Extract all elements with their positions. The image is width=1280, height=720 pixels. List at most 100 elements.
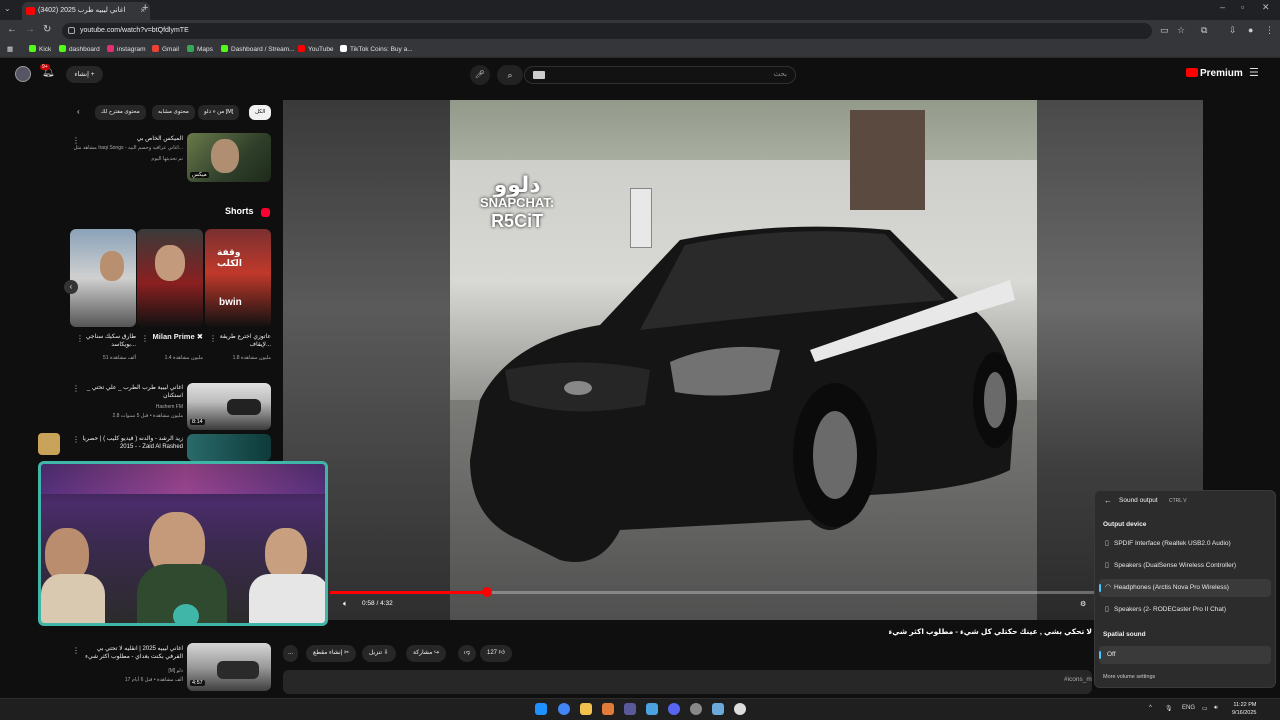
tab-list-icon[interactable]: ⌄: [4, 4, 11, 13]
short-title[interactable]: عاتوزي اخترع طريقة لإيقاف...: [218, 333, 271, 349]
chip-from-channel[interactable]: من « دلو [M]: [198, 105, 240, 120]
mic-tray-icon[interactable]: 🎙︎: [1165, 705, 1173, 712]
bookmark-maps[interactable]: Maps: [187, 44, 213, 56]
scrubber-handle[interactable]: [481, 587, 492, 597]
chrome-icon[interactable]: [558, 703, 570, 715]
short-more-icon[interactable]: ⋮: [141, 334, 149, 343]
bookmark-youtube[interactable]: YouTube: [298, 44, 334, 56]
window-close-icon[interactable]: ✕: [1262, 2, 1270, 13]
app-icon[interactable]: [734, 703, 746, 715]
short-title[interactable]: Milan Prime ✖: [150, 333, 203, 341]
short-more-icon[interactable]: ⋮: [76, 334, 84, 343]
maximize-icon[interactable]: ▫: [1241, 2, 1244, 12]
downloads-icon[interactable]: ⇩: [1229, 25, 1237, 36]
bookmark-gmail[interactable]: Gmail: [152, 44, 179, 56]
video-more-icon[interactable]: ⋮: [72, 384, 80, 393]
youtube-premium-logo[interactable]: Premium: [1186, 68, 1243, 79]
chips-prev-icon[interactable]: ‹: [77, 107, 80, 116]
start-icon[interactable]: [535, 703, 547, 715]
system-clock[interactable]: 11:22 PM 9/16/2025: [1232, 701, 1256, 717]
bookmark-tiktok[interactable]: TikTok Coins: Buy a...: [340, 44, 413, 56]
like-button[interactable]: 127 👍︎: [480, 645, 512, 662]
description-box[interactable]: [283, 670, 1092, 694]
video-thumbnail[interactable]: 8:14: [187, 383, 271, 430]
short-more-icon[interactable]: ⋮: [209, 334, 217, 343]
mix-title[interactable]: الميكس الخاص بي: [80, 135, 183, 143]
video-thumbnail[interactable]: 4:57: [187, 643, 271, 691]
bookmark-star-icon[interactable]: ☆: [1177, 25, 1185, 36]
app-icon[interactable]: [712, 703, 724, 715]
clock-date: 9/16/2025: [1232, 710, 1257, 716]
create-button[interactable]: إنشاء +: [66, 66, 103, 83]
network-icon[interactable]: ▭: [1202, 705, 1208, 712]
settings-icon[interactable]: [690, 703, 702, 715]
search-input[interactable]: بحث: [524, 66, 796, 84]
forward-icon[interactable]: →: [25, 24, 35, 35]
bookmark-kick[interactable]: Kick: [29, 44, 51, 56]
output-device-item[interactable]: ◠ Headphones (Arctis Nova Pro Wireless): [1099, 579, 1271, 597]
volume-icon[interactable]: 🔈︎: [343, 599, 348, 609]
keyboard-icon[interactable]: [533, 71, 545, 79]
video-player[interactable]: دلوو SNAPCHAT: R5CiT: [283, 100, 1203, 620]
chip-all[interactable]: الكل: [249, 105, 272, 120]
dislike-button[interactable]: 👎︎: [458, 645, 477, 662]
bookmark-stream-dashboard[interactable]: Dashboard / Stream...: [221, 44, 295, 56]
voice-search-mic-icon[interactable]: 🎤︎: [470, 65, 490, 85]
cast-icon[interactable]: ▭: [1160, 25, 1169, 36]
video-title[interactable]: اغاني ليبية طرب الطرب _ علي تحتي _ استكن…: [80, 384, 183, 400]
mix-thumbnail[interactable]: ميكس: [187, 133, 271, 182]
more-actions-button[interactable]: ...: [283, 645, 299, 662]
mix-more-icon[interactable]: ⋮: [72, 136, 80, 145]
video-channel[interactable]: Hashem FM: [80, 404, 183, 411]
short-thumbnail[interactable]: وقفة الكلب bwin: [205, 229, 271, 327]
video-title[interactable]: زيد الرشد - والدنه ( فيديو كليب ) | حصري…: [80, 435, 183, 451]
app-icon[interactable]: [646, 703, 658, 715]
volume-tray-icon[interactable]: 🔊︎: [1214, 705, 1218, 712]
short-thumbnail[interactable]: [70, 229, 136, 327]
minimize-icon[interactable]: –: [1220, 2, 1225, 12]
video-thumbnail[interactable]: [187, 434, 271, 461]
share-button[interactable]: مشاركة ↪: [406, 645, 447, 662]
apps-icon[interactable]: ▦: [7, 44, 13, 56]
output-device-item[interactable]: ▯ Speakers (DualSense Wireless Controller…: [1099, 557, 1271, 575]
back-arrow-icon[interactable]: ←: [1104, 496, 1112, 505]
video-more-icon[interactable]: ⋮: [72, 435, 80, 444]
site-info-icon[interactable]: [68, 27, 75, 34]
discord-icon[interactable]: [668, 703, 680, 715]
back-icon[interactable]: ←: [7, 24, 17, 35]
tray-overflow-icon[interactable]: ^: [1149, 705, 1152, 711]
search-button[interactable]: ⌕: [497, 65, 523, 85]
short-thumbnail[interactable]: [137, 229, 203, 327]
new-tab-icon[interactable]: +: [142, 2, 148, 14]
browser-tab[interactable]: (3402) اغاني ليبيه طرب 2025 ×: [22, 2, 150, 20]
app-icon[interactable]: [624, 703, 636, 715]
guide-menu-icon[interactable]: ☰: [1249, 66, 1259, 79]
bookmark-instagram[interactable]: instagram: [107, 44, 146, 56]
output-device-item[interactable]: ▯ Speakers (2- RODECaster Pro II Chat): [1099, 601, 1271, 619]
address-bar[interactable]: youtube.com/watch?v=btQfdlymTE: [62, 23, 1152, 39]
extensions-icon[interactable]: ⧉: [1201, 25, 1207, 36]
profile-icon[interactable]: ●: [1248, 25, 1253, 35]
bookmark-dashboard[interactable]: dashboard: [59, 44, 100, 56]
chip-recommended[interactable]: محتوى مقترح لك: [95, 105, 146, 120]
browser-menu-icon[interactable]: ⋮: [1265, 25, 1274, 36]
download-button[interactable]: تنزيل ⇩: [362, 645, 396, 662]
settings-gear-icon[interactable]: ⚙︎: [1080, 600, 1086, 608]
more-volume-settings-link[interactable]: More volume settings: [1103, 674, 1155, 680]
clip-button[interactable]: إنشاء مقطع ✂: [306, 645, 357, 662]
file-explorer-icon[interactable]: [580, 703, 592, 715]
output-device-item[interactable]: ▯ SPDIF Interface (Realtek USB2.0 Audio): [1099, 535, 1271, 553]
video-more-icon[interactable]: ⋮: [72, 646, 80, 655]
spatial-sound-off-option[interactable]: Off: [1099, 646, 1271, 664]
short-title[interactable]: طارق سكيك سناجي بويكاسد...: [84, 333, 136, 349]
video-title[interactable]: اغاني ليبيه 2025 | انقليه لا تحتي بي الف…: [80, 645, 183, 661]
hashtag-link[interactable]: #icons_m: [1064, 676, 1092, 683]
video-channel[interactable]: [M] دلو: [80, 668, 183, 675]
progress-bar[interactable]: [330, 587, 1200, 597]
shorts-prev-icon[interactable]: ‹: [64, 280, 78, 294]
chip-related[interactable]: محتوى مشابه: [152, 105, 195, 120]
avatar[interactable]: [15, 66, 31, 82]
reload-icon[interactable]: ↻: [43, 24, 51, 35]
app-icon[interactable]: [602, 703, 614, 715]
language-indicator[interactable]: ENG: [1182, 705, 1195, 711]
